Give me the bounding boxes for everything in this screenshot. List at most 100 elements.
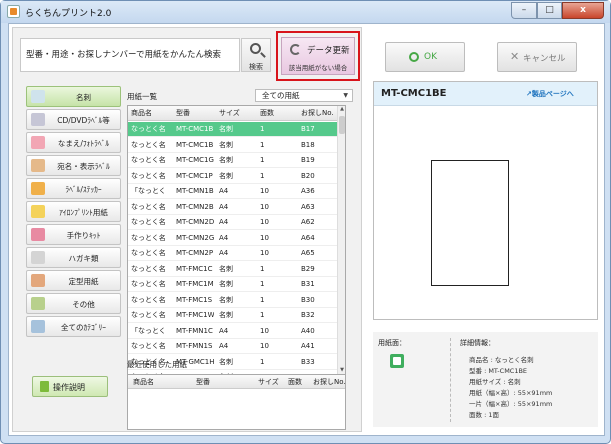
maximize-button[interactable]: □	[537, 2, 562, 19]
table-cell: MT-CMC1B	[176, 140, 214, 149]
paper-table-scrollbar[interactable]: ▲ ▼	[337, 106, 345, 375]
title-bar[interactable]: らくちんプリント2.0 – □ x	[1, 1, 610, 23]
recent-column-header[interactable]: サイズ	[258, 375, 279, 389]
table-row[interactable]: なっとく名 MT-FMC1M 名刺 1 B31	[128, 277, 339, 292]
nav-item-label: 名刺	[76, 93, 91, 102]
table-row[interactable]: なっとく名 MT-CMN2D A4 10 A62	[128, 215, 339, 230]
detail-line: 面数 : 1面	[469, 411, 499, 419]
table-row[interactable]: なっとく名 MT-FMC1S 名刺 1 B30	[128, 293, 339, 308]
table-row[interactable]: なっとく名 MT-CMC1G 名刺 1 B19	[128, 153, 339, 168]
refresh-icon	[290, 44, 301, 55]
search-button[interactable]: 検索	[241, 38, 271, 72]
chevron-down-icon: ▼	[343, 92, 348, 99]
nav-item-2[interactable]: なまえ/ﾌｫﾄﾗﾍﾞﾙ	[26, 132, 121, 153]
paper-preview-card	[431, 160, 509, 286]
table-cell: なっとく名	[131, 311, 166, 319]
nav-item-label: ｱｲﾛﾝﾌﾟﾘﾝﾄ用紙	[59, 208, 108, 217]
table-row[interactable]: なっとく名 MT-CMC1B 名刺 1 B18	[128, 138, 339, 153]
table-cell: なっとく名	[131, 342, 166, 350]
product-page-link[interactable]: ↗製品ページへ	[526, 89, 574, 99]
table-row[interactable]: 「なっとく MT-FMN1C A4 10 A40	[128, 324, 339, 339]
table-cell: 1	[260, 125, 265, 133]
search-input[interactable]: 型番・用途・お探しナンバーで用紙をかんたん検索	[20, 38, 240, 72]
table-row[interactable]: 「なっとく MT-CMN1B A4 10 A36	[128, 184, 339, 199]
table-cell: B30	[301, 295, 315, 304]
close-button[interactable]: x	[562, 2, 604, 19]
data-update-button[interactable]: データ更新 該当用紙がない場合	[281, 37, 355, 75]
table-cell: なっとく名	[131, 156, 166, 164]
window-title: らくちんプリント2.0	[25, 9, 112, 19]
ok-button[interactable]: OK	[385, 42, 465, 72]
nav-item-8[interactable]: 定型用紙	[26, 270, 121, 291]
paper-table-header: 商品名 型番 サイズ 面数 お探しNo.	[128, 106, 339, 121]
paper-table[interactable]: 商品名 型番 サイズ 面数 お探しNo. なっとく名 MT-CMC1B 名刺 1 B17 なっとく…	[127, 105, 346, 376]
recent-column-header[interactable]: お探しNo.	[313, 375, 346, 389]
update-highlight: データ更新 該当用紙がない場合	[276, 31, 360, 81]
table-cell: B29	[301, 264, 315, 273]
recent-column-header[interactable]: 商品名	[133, 375, 154, 389]
category-icon	[31, 320, 45, 333]
nav-item-3[interactable]: 宛名・表示ﾗﾍﾞﾙ	[26, 155, 121, 176]
scroll-up-icon[interactable]: ▲	[338, 106, 345, 114]
nav-item-label: 宛名・表示ﾗﾍﾞﾙ	[57, 162, 110, 171]
minimize-button[interactable]: –	[511, 2, 537, 19]
table-row[interactable]: なっとく名 MT-CMN2B A4 10 A63	[128, 200, 339, 215]
window-controls: – □ x	[511, 2, 604, 19]
table-row[interactable]: なっとく名 MT-FMC1W 名刺 1 B32	[128, 308, 339, 323]
table-row[interactable]: なっとく名 MT-FMC1C 名刺 1 B29	[128, 262, 339, 277]
table-cell: MT-CMC1G	[176, 156, 214, 164]
help-button[interactable]: 操作説明	[32, 376, 108, 397]
nav-item-5[interactable]: ｱｲﾛﾝﾌﾟﾘﾝﾄ用紙	[26, 201, 121, 222]
column-header[interactable]: お探しNo.	[301, 106, 337, 121]
category-nav: 名刺 CD/DVDﾗﾍﾞﾙ等なまえ/ﾌｫﾄﾗﾍﾞﾙ 宛名・表示ﾗﾍﾞﾙ ﾗﾍﾞﾙ/ｽﾃ…	[26, 86, 121, 339]
recent-column-header[interactable]: 面数	[288, 375, 302, 389]
nav-item-label: CD/DVDﾗﾍﾞﾙ等	[57, 116, 110, 125]
paper-filter-select[interactable]: 全ての用紙 ▼	[255, 89, 353, 102]
recent-column-header[interactable]: 型番	[196, 375, 210, 389]
cancel-button[interactable]: ✕ キャンセル	[497, 42, 577, 72]
category-icon	[31, 182, 45, 195]
detail-panel: 用紙面： 詳細情報： 商品名 : なっとく名刺 型番 : MT-CMC1BE 用紙サ…	[373, 332, 598, 427]
nav-item-10[interactable]: 全てのｶﾃｺﾞﾘｰ	[26, 316, 121, 337]
table-cell: 名刺	[219, 156, 233, 164]
paper-filter-value: 全ての用紙	[262, 91, 300, 100]
table-cell: なっとく名	[131, 295, 166, 304]
column-header[interactable]: 商品名	[131, 106, 171, 121]
table-cell: B19	[301, 156, 315, 164]
nav-item-0[interactable]: 名刺	[26, 86, 121, 107]
table-cell: 10	[260, 218, 269, 226]
nav-item-label: その他	[72, 300, 95, 309]
table-row[interactable]: なっとく名 MT-CMN2P A4 10 A65	[128, 246, 339, 261]
nav-item-4[interactable]: ﾗﾍﾞﾙ/ｽﾃｯｶｰ	[26, 178, 121, 199]
product-header: MT-CMC1BE ↗製品ページへ	[374, 82, 597, 106]
column-header[interactable]: 型番	[176, 106, 214, 121]
nav-item-7[interactable]: ハガキ類	[26, 247, 121, 268]
nav-item-label: ﾗﾍﾞﾙ/ｽﾃｯｶｰ	[65, 185, 102, 194]
table-cell: MT-CMN2P	[176, 249, 214, 257]
table-row[interactable]: なっとく名 MT-CMC1P 名刺 1 B20	[128, 169, 339, 184]
scroll-thumb[interactable]	[339, 116, 345, 134]
table-cell: B17	[301, 125, 315, 133]
table-row[interactable]: なっとく名 MT-CMN2G A4 10 A64	[128, 231, 339, 246]
column-header[interactable]: 面数	[260, 106, 290, 121]
table-cell: A40	[301, 326, 315, 335]
detail-line: 用紙サイズ : 名刺	[469, 378, 521, 386]
table-cell: 1	[260, 264, 265, 273]
table-row[interactable]: なっとく名 MT-FMN1S A4 10 A41	[128, 339, 339, 354]
table-cell: A41	[301, 342, 315, 350]
nav-item-9[interactable]: その他	[26, 293, 121, 314]
nav-item-6[interactable]: 手作りｷｯﾄ	[26, 224, 121, 245]
paper-surface-icon[interactable]	[390, 354, 404, 368]
table-cell: 1	[260, 357, 265, 366]
table-cell: A64	[301, 233, 315, 242]
nav-item-label: 定型用紙	[68, 277, 99, 286]
nav-item-1[interactable]: CD/DVDﾗﾍﾞﾙ等	[26, 109, 121, 130]
table-row[interactable]: なっとく名 MT-CMC1B 名刺 1 B17	[128, 122, 339, 137]
detail-line: 商品名 : なっとく名刺	[469, 356, 534, 364]
column-header[interactable]: サイズ	[219, 106, 257, 121]
table-cell: なっとく名	[131, 202, 166, 211]
table-cell: 名刺	[219, 357, 233, 366]
recent-table[interactable]: 商品名 型番 サイズ 面数 お探しNo.	[127, 374, 346, 430]
table-cell: A62	[301, 218, 315, 226]
table-cell: なっとく名	[131, 218, 166, 226]
